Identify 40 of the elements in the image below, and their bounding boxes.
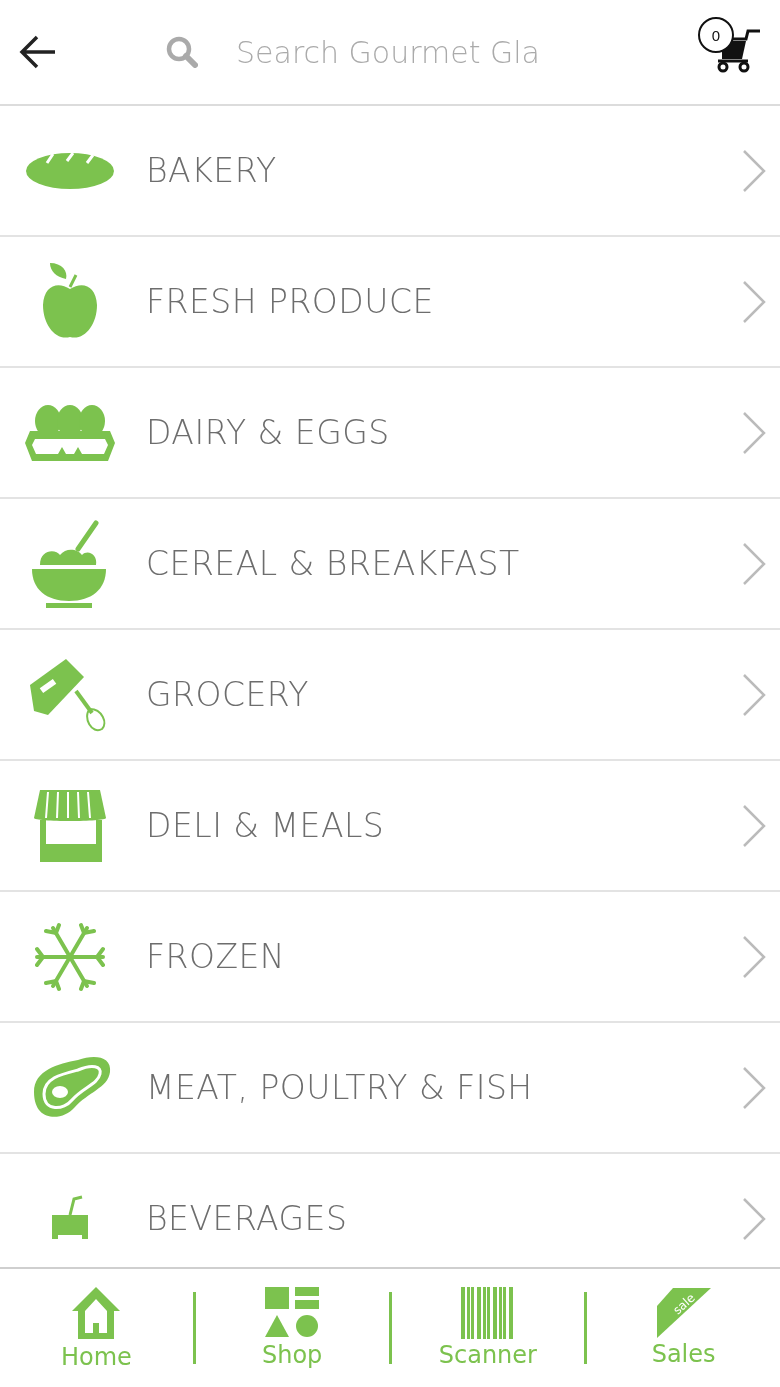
chevron-icon xyxy=(742,148,766,193)
chevron-icon xyxy=(742,934,766,979)
storefront-icon xyxy=(32,787,108,864)
search-field[interactable]: Search Gourmet Gla xyxy=(234,33,548,71)
snowflake-icon xyxy=(35,921,105,992)
cart-button[interactable]: 0 xyxy=(698,17,762,73)
category-row[interactable]: CEREAL & BREAKFAST xyxy=(0,499,780,630)
house-icon xyxy=(71,1285,122,1341)
chevron-icon xyxy=(742,672,766,717)
category-row[interactable]: GROCERY xyxy=(0,630,780,761)
apple-icon xyxy=(40,262,100,341)
category-label: MEAT, POULTRY & FISH xyxy=(146,1068,533,1107)
category-row[interactable]: FROZEN xyxy=(0,892,780,1023)
bread-icon xyxy=(25,150,115,191)
search-icon xyxy=(166,36,198,68)
cart-count: 0 xyxy=(698,17,734,53)
category-row[interactable]: MEAT, POULTRY & FISH xyxy=(0,1023,780,1154)
category-label: DAIRY & EGGS xyxy=(146,413,390,452)
category-row[interactable]: BEVERAGES xyxy=(0,1154,780,1267)
shapes-icon xyxy=(265,1287,320,1339)
egg-carton-icon xyxy=(24,402,116,463)
category-label: BAKERY xyxy=(146,151,277,190)
category-label: FRESH PRODUCE xyxy=(146,282,434,321)
category-row[interactable]: BAKERY xyxy=(0,106,780,237)
category-label: BEVERAGES xyxy=(146,1199,348,1238)
chevron-icon xyxy=(742,410,766,455)
chevron-icon xyxy=(742,541,766,586)
category-row[interactable]: FRESH PRODUCE xyxy=(0,237,780,368)
category-label: FROZEN xyxy=(146,937,286,976)
barcode-icon xyxy=(460,1287,515,1339)
chevron-icon xyxy=(742,279,766,324)
category-label: GROCERY xyxy=(146,675,309,714)
chevron-icon xyxy=(742,1065,766,1110)
category-row[interactable]: DAIRY & EGGS xyxy=(0,368,780,499)
category-label: DELI & MEALS xyxy=(146,806,385,845)
category-row[interactable]: DELI & MEALS xyxy=(0,761,780,892)
chevron-icon xyxy=(742,1196,766,1241)
chevron-icon xyxy=(742,803,766,848)
category-label: CEREAL & BREAKFAST xyxy=(146,544,520,583)
sale-tag-icon: sale xyxy=(656,1288,711,1338)
